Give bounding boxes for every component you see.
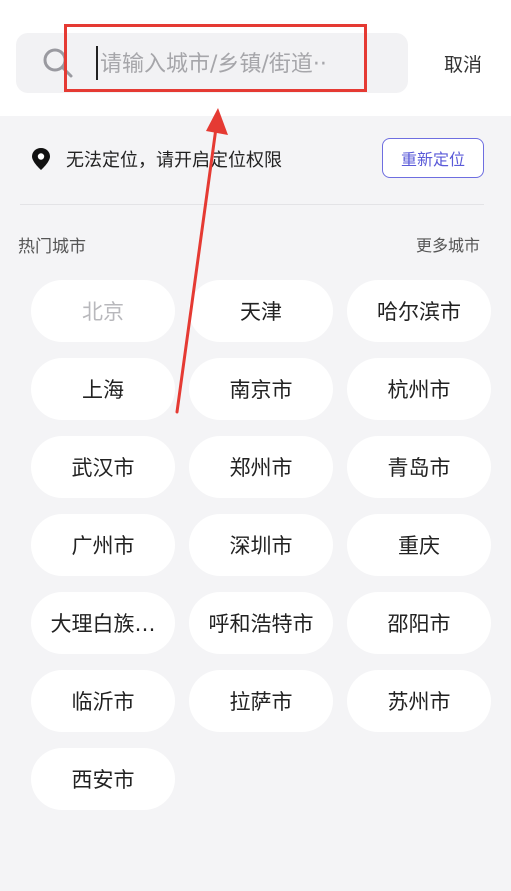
city-button[interactable]: 大理白族… [31, 592, 175, 654]
location-status-text: 无法定位，请开启定位权限 [66, 150, 282, 171]
relocate-button[interactable]: 重新定位 [382, 138, 484, 178]
city-button[interactable]: 深圳市 [189, 514, 333, 576]
city-button[interactable]: 北京 [31, 280, 175, 342]
city-button[interactable]: 杭州市 [347, 358, 491, 420]
city-button[interactable]: 上海 [31, 358, 175, 420]
city-button[interactable]: 广州市 [31, 514, 175, 576]
city-button[interactable]: 临沂市 [31, 670, 175, 732]
hot-cities-title: 热门城市 [18, 237, 86, 257]
city-button[interactable]: 邵阳市 [347, 592, 491, 654]
city-button[interactable]: 哈尔滨市 [347, 280, 491, 342]
divider [20, 204, 484, 205]
location-pin-icon [32, 148, 50, 170]
city-button[interactable]: 拉萨市 [189, 670, 333, 732]
city-button[interactable]: 天津 [189, 280, 333, 342]
more-cities-link[interactable]: 更多城市 [416, 232, 480, 256]
city-button[interactable]: 重庆 [347, 514, 491, 576]
city-button[interactable]: 呼和浩特市 [189, 592, 333, 654]
search-input[interactable] [100, 44, 370, 84]
city-button[interactable]: 武汉市 [31, 436, 175, 498]
text-caret [96, 46, 98, 80]
city-button[interactable]: 青岛市 [347, 436, 491, 498]
city-button[interactable]: 西安市 [31, 748, 175, 810]
city-button[interactable]: 苏州市 [347, 670, 491, 732]
search-icon [43, 48, 73, 78]
city-button[interactable]: 郑州市 [189, 436, 333, 498]
cancel-button[interactable]: 取消 [444, 50, 482, 77]
city-button[interactable]: 南京市 [189, 358, 333, 420]
